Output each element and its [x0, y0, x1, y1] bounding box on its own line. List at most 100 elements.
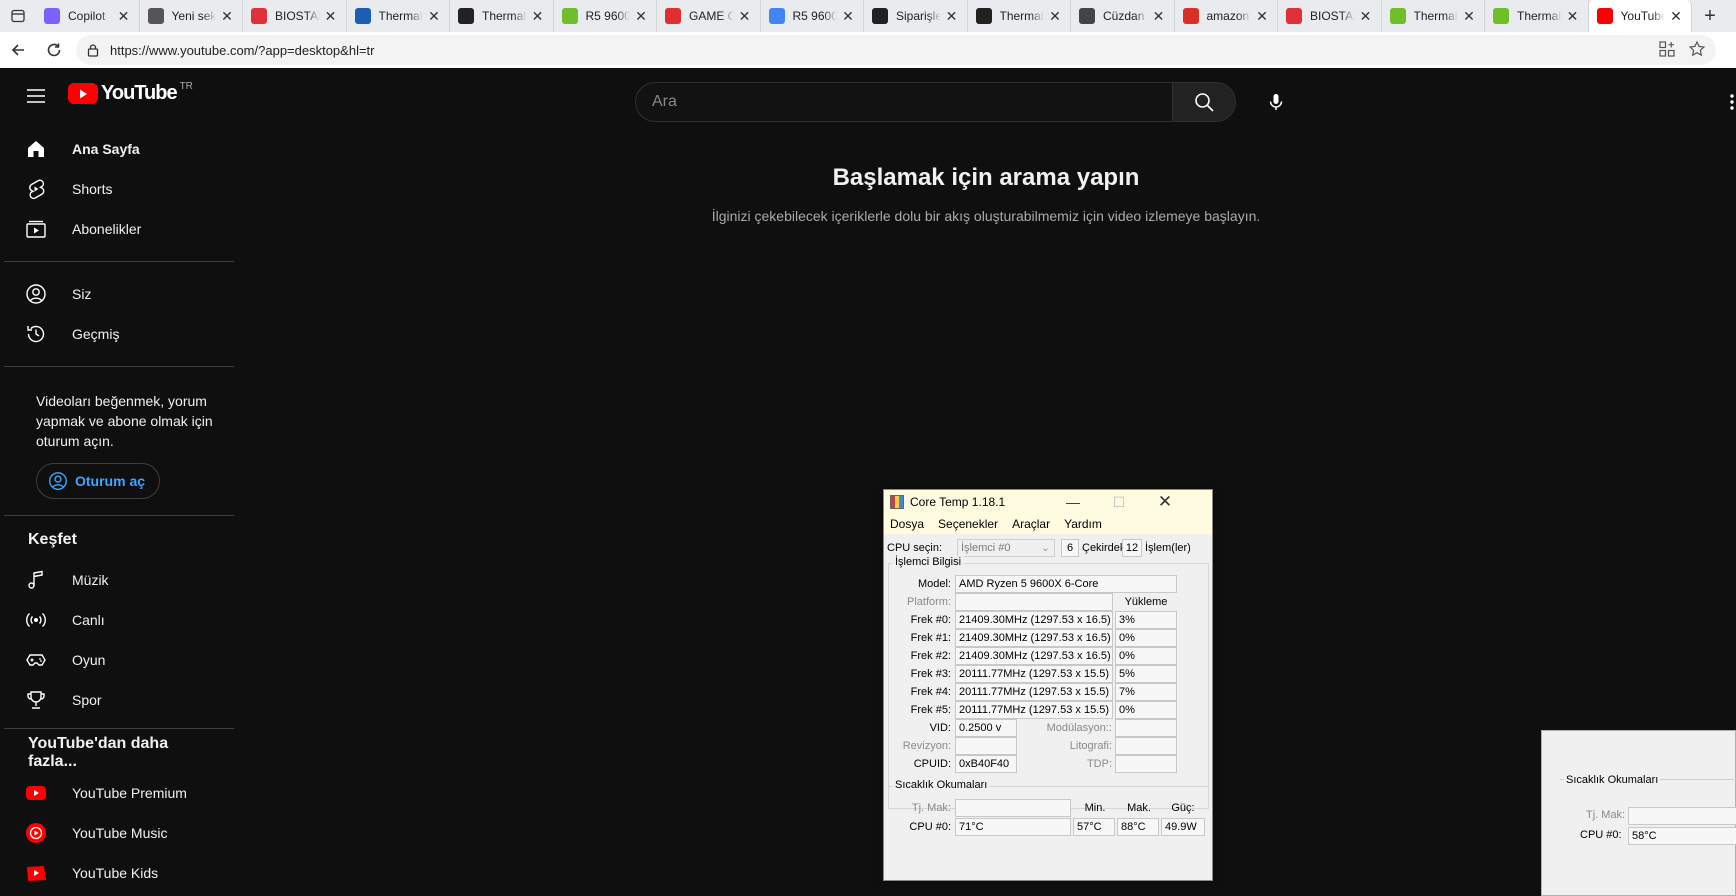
favorite-star-icon[interactable] — [1688, 40, 1706, 58]
newtab-icon — [147, 8, 164, 24]
tjmax-value — [1628, 807, 1736, 825]
tab-close-icon[interactable]: ✕ — [117, 8, 131, 25]
sidebar-divider — [4, 261, 234, 262]
sidebar-item-home[interactable]: Ana Sayfa — [4, 129, 224, 169]
freq-5-value: 20111.77MHz (1297.53 x 15.5) — [955, 701, 1113, 719]
sidebar-item-youtube-kids[interactable]: YouTube Kids — [4, 853, 224, 893]
minimize-button[interactable]: — — [1050, 490, 1096, 514]
sidebar-item-youtube-premium[interactable]: YouTube Premium — [4, 773, 224, 813]
signin-button[interactable]: Oturum aç — [36, 463, 161, 499]
tab-close-icon[interactable]: ✕ — [1462, 8, 1476, 25]
browser-tab[interactable]: Copilot ✕ — [36, 0, 140, 32]
reload-button[interactable] — [36, 32, 72, 68]
tab-close-icon[interactable]: ✕ — [531, 8, 545, 25]
menu-file[interactable]: Dosya — [890, 517, 924, 531]
browser-tab[interactable]: Siparişler ✕ — [864, 0, 968, 32]
browser-tab[interactable]: YouTube ✕ — [1588, 0, 1692, 32]
voice-search-button[interactable] — [1256, 82, 1296, 122]
cores-label: Çekirdek(ler) — [1082, 542, 1122, 554]
sidebar-item-sports[interactable]: Spor — [4, 680, 224, 720]
browser-tab[interactable]: BIOSTAR ✕ — [1278, 0, 1382, 32]
menu-options[interactable]: Seçenekler — [938, 517, 998, 531]
tab-title: YouTube — [1620, 9, 1666, 23]
trophy-icon — [24, 688, 48, 712]
power-icon — [1389, 8, 1406, 24]
tab-close-icon[interactable]: ✕ — [1048, 8, 1062, 25]
sidebar-item-history[interactable]: Geçmiş — [4, 314, 224, 354]
tab-close-icon[interactable]: ✕ — [1255, 8, 1269, 25]
youtube-logo[interactable]: YouTube TR — [68, 81, 193, 105]
sidebar-item-you[interactable]: Siz — [4, 274, 224, 314]
youtube-icon — [1596, 8, 1613, 24]
tab-close-icon[interactable]: ✕ — [634, 8, 648, 25]
browser-tab[interactable]: BIOSTAR ✕ — [243, 0, 347, 32]
browser-tab[interactable]: Cüzdan ✕ — [1071, 0, 1175, 32]
browser-tab[interactable]: R5 9600X✕ — [554, 0, 657, 32]
sidebar-item-live[interactable]: Canlı — [4, 600, 224, 640]
tab-close-icon[interactable]: ✕ — [1152, 8, 1166, 25]
cpu-select-dropdown[interactable]: İşlemci #0 ⌄ — [957, 539, 1055, 557]
url-field[interactable]: https://www.youtube.com/?app=desktop&hl=… — [76, 35, 1716, 65]
browser-tab[interactable]: Thermal ✕ — [1485, 0, 1589, 32]
youtube-kids-icon — [24, 861, 48, 885]
threads-label: İşlem(ler) — [1145, 542, 1191, 554]
signin-message: Videoları beğenmek, yorum yapmak ve abon… — [36, 393, 213, 449]
menu-tools[interactable]: Araçlar — [1012, 517, 1050, 531]
freq-0-label: Frek #0: — [910, 614, 951, 626]
signin-prompt: Videoları beğenmek, yorum yapmak ve abon… — [4, 379, 236, 511]
coretemp-menubar: Dosya Seçenekler Araçlar Yardım — [884, 514, 1212, 534]
tab-close-icon[interactable]: ✕ — [841, 8, 855, 25]
sidebar-item-youtube-music[interactable]: YouTube Music — [4, 813, 224, 853]
freq-2-value: 21409.30MHz (1297.53 x 16.5) — [955, 647, 1113, 665]
browser-tab[interactable]: Thermal ✕ — [450, 0, 554, 32]
plus-icon: + — [1704, 4, 1716, 27]
tab-close-icon[interactable]: ✕ — [324, 8, 338, 25]
tab-actions-button[interactable] — [0, 0, 36, 32]
youtube-premium-icon — [24, 781, 48, 805]
settings-more-button[interactable] — [1726, 92, 1736, 112]
freq-2-load: 0% — [1115, 647, 1177, 665]
menu-button[interactable] — [24, 84, 48, 108]
min-header: Min. — [1084, 802, 1106, 814]
back-arrow-icon — [11, 44, 24, 56]
amazon-icon — [458, 8, 474, 24]
search-input[interactable] — [652, 93, 1172, 111]
tdp-label: TDP: — [1086, 758, 1112, 770]
sidebar-item-label: Oyun — [72, 652, 106, 668]
browser-tab[interactable]: GAME GARAJ ✕ — [657, 0, 761, 32]
browser-tab[interactable]: amazon ✕ — [1175, 0, 1278, 32]
sidebar-item-shorts[interactable]: Shorts — [4, 169, 224, 209]
browser-tab[interactable]: R5 9600X✕ — [761, 0, 864, 32]
hamburger-icon — [27, 89, 45, 103]
tab-close-icon[interactable]: ✕ — [1669, 8, 1683, 25]
apps-icon[interactable] — [1658, 40, 1676, 58]
tab-close-icon[interactable]: ✕ — [1566, 8, 1580, 25]
address-bar: https://www.youtube.com/?app=desktop&hl=… — [0, 32, 1736, 68]
browser-tab[interactable]: Thermal ✕ — [968, 0, 1071, 32]
sidebar-item-gaming[interactable]: Oyun — [4, 640, 224, 680]
close-button[interactable]: ✕ — [1142, 490, 1188, 514]
browser-tab[interactable]: Thermal ✕ — [347, 0, 450, 32]
tab-close-icon[interactable]: ✕ — [427, 8, 441, 25]
new-tab-button[interactable]: + — [1692, 0, 1728, 32]
tab-close-icon[interactable]: ✕ — [220, 8, 234, 25]
maximize-button[interactable]: ☐ — [1096, 490, 1142, 514]
cpu0-min: 57°C — [1073, 818, 1115, 836]
sidebar-item-subscriptions[interactable]: Abonelikler — [4, 209, 224, 249]
coretemp-titlebar[interactable]: Core Temp 1.18.1 — ☐ ✕ — [884, 490, 1212, 514]
back-button[interactable] — [0, 32, 36, 68]
sidebar-item-music[interactable]: Müzik — [4, 560, 224, 600]
tab-close-icon[interactable]: ✕ — [945, 8, 959, 25]
browser-tab[interactable]: Thermal ✕ — [1382, 0, 1485, 32]
sidebar-item-label: Müzik — [72, 572, 109, 588]
tab-close-icon[interactable]: ✕ — [1359, 8, 1373, 25]
menu-help[interactable]: Yardım — [1064, 517, 1102, 531]
coretemp-window-secondary: Sıcaklık Okumaları Tj. Mak: CPU #0: 58°C — [1541, 730, 1736, 896]
biostar-icon — [1286, 8, 1302, 24]
freq-3-label: Frek #3: — [910, 668, 951, 680]
search-button[interactable] — [1172, 82, 1236, 122]
tab-close-icon[interactable]: ✕ — [738, 8, 752, 25]
browser-tab[interactable]: Yeni sekme✕ — [140, 0, 243, 32]
check-icon — [354, 8, 371, 24]
modulation-value — [1115, 719, 1177, 737]
